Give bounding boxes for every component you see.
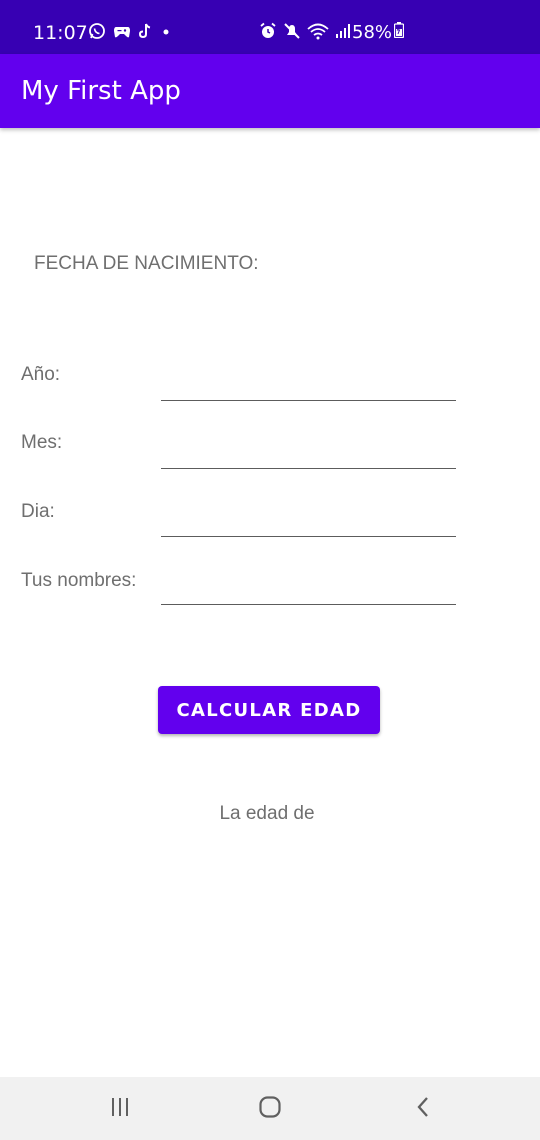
game-controller-icon	[113, 24, 131, 43]
month-label: Mes:	[21, 432, 63, 453]
dot-icon	[159, 24, 173, 43]
day-label: Dia:	[21, 501, 55, 522]
year-label: Año:	[21, 364, 61, 385]
status-right-icons	[259, 22, 351, 44]
signal-icon	[335, 23, 351, 43]
whatsapp-icon	[88, 22, 106, 44]
home-button[interactable]	[230, 1077, 310, 1140]
battery-status: 58%	[352, 22, 405, 44]
battery-percent: 58%	[352, 22, 393, 43]
status-left-icons	[88, 22, 173, 44]
navigation-bar	[0, 1077, 540, 1140]
tiktok-icon	[138, 23, 152, 43]
app-title: My First App	[21, 76, 181, 106]
app-bar: My First App	[0, 54, 540, 128]
back-icon	[413, 1095, 433, 1123]
day-input[interactable]	[161, 506, 456, 537]
home-icon	[258, 1095, 282, 1123]
names-input[interactable]	[161, 574, 456, 605]
wifi-icon	[307, 22, 329, 44]
result-text: La edad de	[219, 803, 315, 824]
calculate-age-button[interactable]: CALCULAR EDAD	[158, 686, 380, 734]
alarm-icon	[259, 22, 277, 44]
month-input[interactable]	[161, 438, 456, 469]
mute-icon	[283, 22, 301, 44]
names-label: Tus nombres:	[21, 570, 137, 591]
year-input[interactable]	[161, 370, 456, 401]
battery-icon	[393, 22, 405, 44]
recents-button[interactable]	[80, 1077, 160, 1140]
birth-date-label: FECHA DE NACIMIENTO:	[34, 253, 259, 274]
status-time: 11:07	[33, 22, 88, 44]
recents-icon	[108, 1096, 132, 1122]
status-bar: 11:07 58%	[0, 0, 540, 54]
back-button[interactable]	[383, 1077, 463, 1140]
